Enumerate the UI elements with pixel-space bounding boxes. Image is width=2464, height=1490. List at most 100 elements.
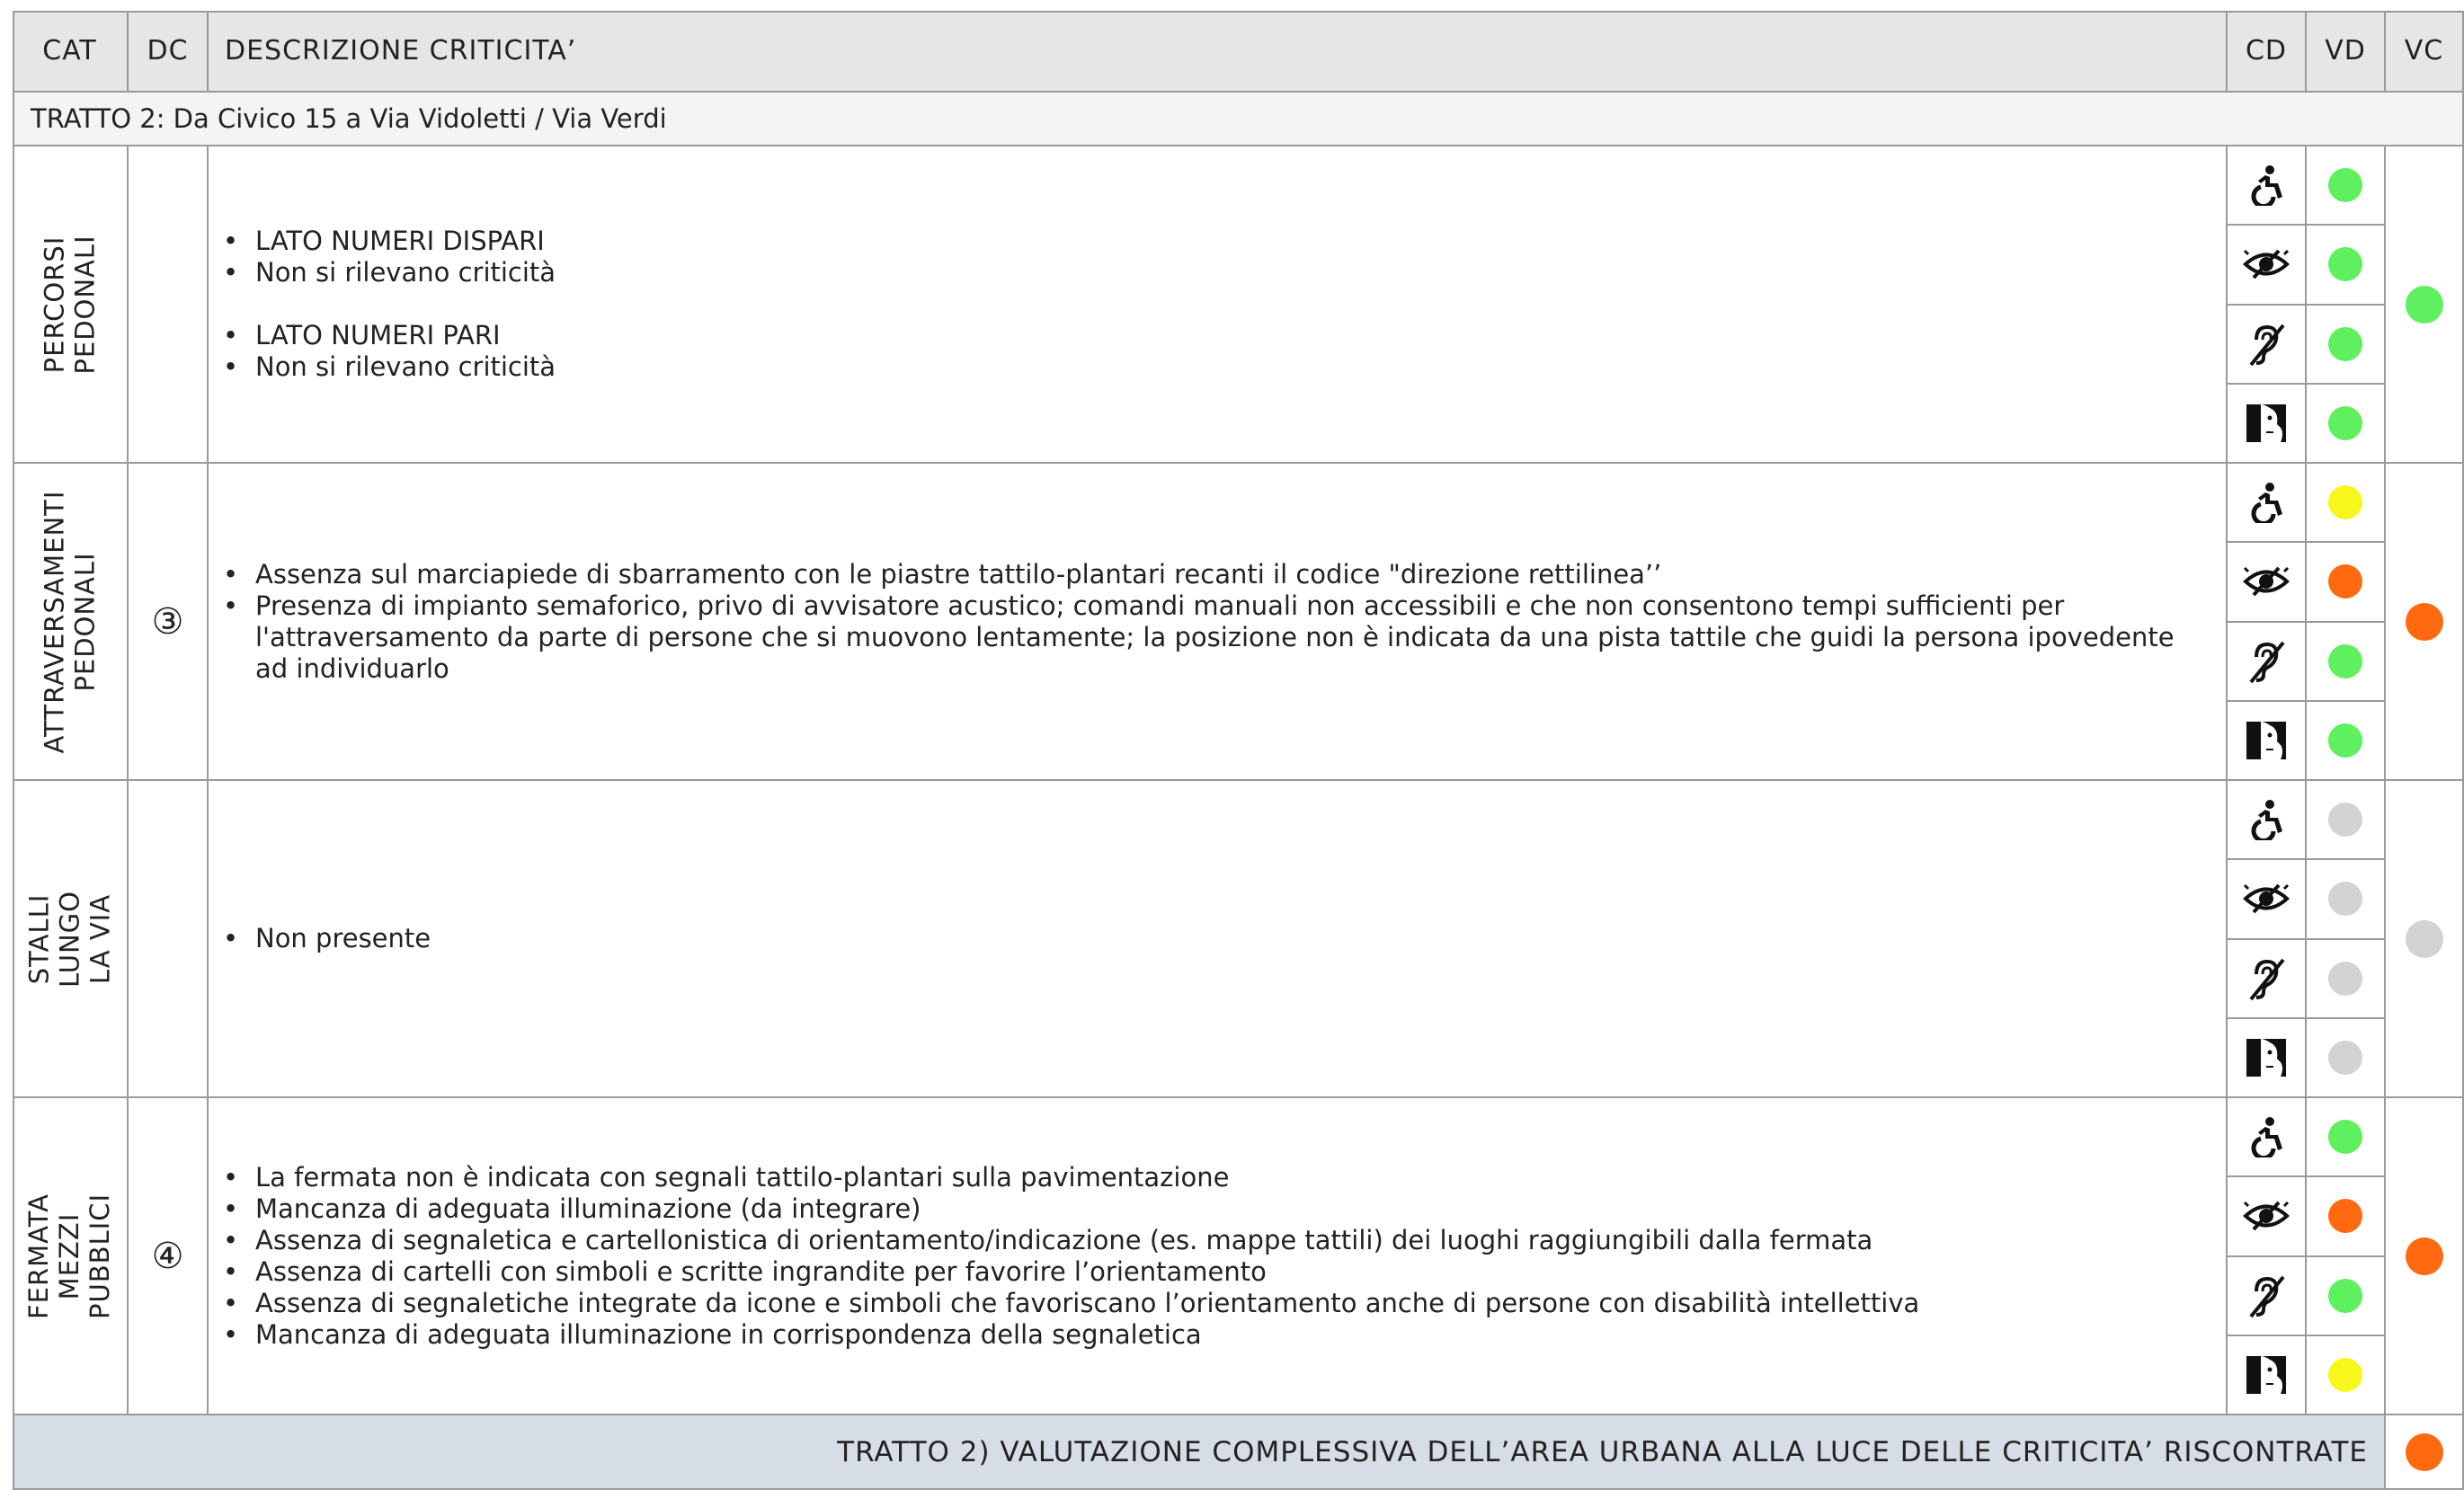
header-cat-label: CAT (42, 35, 97, 67)
overall-evaluation: TRATTO 2) VALUTAZIONE COMPLESSIVA DELL’A… (13, 1415, 2386, 1490)
hearing-impairment-icon (2246, 1273, 2287, 1318)
category-label: ATTRAVERSAMENTI PEDONALI (39, 490, 101, 753)
criticality-item: La fermata non è indicata con segnali ta… (221, 1162, 2208, 1193)
vd-rating-dot (2328, 803, 2362, 838)
row-3-vc (2386, 781, 2464, 1098)
row-1-vd-1 (2307, 146, 2386, 226)
criticality-list: La fermata non è indicata con segnali ta… (221, 1162, 2208, 1351)
header-vd-label: VD (2325, 35, 2366, 67)
row-3-cd-2 (2228, 860, 2307, 940)
criticality-item: LATO NUMERI PARI (221, 320, 2208, 351)
vd-rating-dot (2328, 1357, 2362, 1392)
vd-rating-dot (2328, 405, 2362, 440)
category-label: STALLI LUNGO LA VIA (23, 890, 116, 988)
vd-rating-dot (2328, 564, 2362, 599)
row-4-cd-1 (2228, 1098, 2307, 1178)
vd-rating-dot (2328, 326, 2362, 361)
wheelchair-icon (2246, 482, 2287, 524)
row-2-cd-3 (2228, 622, 2307, 702)
header-vc-label: VC (2404, 35, 2444, 67)
row-3-cd-3 (2228, 939, 2307, 1019)
row-3-vd-3 (2307, 939, 2386, 1019)
row-4-cd-3 (2228, 1256, 2307, 1336)
header-cd-label: CD (2245, 35, 2288, 67)
criticality-list: LATO NUMERI DISPARINon si rilevano criti… (221, 226, 2208, 288)
criticality-item: Non presente (221, 923, 2208, 954)
hearing-impairment-icon (2246, 639, 2287, 684)
criticality-item: Mancanza di adeguata illuminazione in co… (221, 1319, 2208, 1351)
criticality-list: Assenza sul marciapiede di sbarramento c… (221, 559, 2208, 685)
row-2-dc: ③ (129, 464, 209, 781)
criticality-list: LATO NUMERI PARINon si rilevano criticit… (221, 320, 2208, 383)
row-2-cd-4 (2228, 701, 2307, 781)
vd-rating-dot (2328, 961, 2362, 996)
row-3-cd-1 (2228, 781, 2307, 861)
criticality-item: Non si rilevano criticità (221, 257, 2208, 288)
row-4-category: FERMATA MEZZI PUBBLICI (13, 1098, 129, 1415)
visual-impairment-icon (2243, 244, 2290, 285)
row-3-vd-4 (2307, 1018, 2386, 1098)
section-title-text: TRATTO 2: Da Civico 15 a Via Vidoletti /… (31, 103, 667, 134)
vd-rating-dot (2328, 485, 2362, 520)
overall-rating-dot (2405, 1432, 2443, 1471)
dc-marker: ④ (151, 1235, 184, 1277)
section-title: TRATTO 2: Da Civico 15 a Via Vidoletti /… (13, 93, 2464, 146)
row-4-vd-2 (2307, 1177, 2386, 1257)
header-vc: VC (2386, 11, 2464, 93)
header-cat: CAT (13, 11, 129, 93)
category-label: FERMATA MEZZI PUBBLICI (23, 1193, 116, 1319)
row-2-cd-1 (2228, 464, 2307, 544)
row-1-vd-2 (2307, 226, 2386, 306)
row-1-description: LATO NUMERI DISPARINon si rilevano criti… (209, 146, 2228, 464)
row-4-description: La fermata non è indicata con segnali ta… (209, 1098, 2228, 1415)
criticality-item: Mancanza di adeguata illuminazione (da i… (221, 1193, 2208, 1225)
row-3-description: Non presente (209, 781, 2228, 1098)
row-4-dc: ④ (129, 1098, 209, 1415)
criticality-item: Assenza di segnaletiche integrate da ico… (221, 1288, 2208, 1319)
overall-evaluation-label: TRATTO 2) VALUTAZIONE COMPLESSIVA DELL’A… (837, 1435, 2368, 1468)
criticality-item: Assenza sul marciapiede di sbarramento c… (221, 559, 2208, 590)
criticality-list: Non presente (221, 923, 2208, 954)
wheelchair-icon (2246, 1116, 2287, 1158)
row-2-vc (2386, 464, 2464, 781)
row-1-cd-1 (2228, 146, 2307, 226)
criticality-item: Assenza di cartelli con simboli e scritt… (221, 1256, 2208, 1288)
vd-rating-dot (2328, 1278, 2362, 1313)
cognitive-disability-icon (2245, 720, 2288, 761)
vd-rating-dot (2328, 1120, 2362, 1155)
criticality-item: LATO NUMERI DISPARI (221, 226, 2208, 257)
row-1-dc (129, 146, 209, 464)
row-1-cd-2 (2228, 226, 2307, 306)
row-2-cd-2 (2228, 543, 2307, 623)
row-3-cd-4 (2228, 1018, 2307, 1098)
criticality-item: Non si rilevano criticità (221, 351, 2208, 383)
row-4-vd-4 (2307, 1335, 2386, 1415)
vd-rating-dot (2328, 168, 2362, 203)
row-2-category: ATTRAVERSAMENTI PEDONALI (13, 464, 129, 781)
row-2-vd-4 (2307, 701, 2386, 781)
criticality-item: Presenza di impianto semaforico, privo d… (221, 590, 2208, 685)
vd-rating-dot (2328, 1040, 2362, 1075)
row-2-vd-1 (2307, 464, 2386, 544)
row-1-vd-4 (2307, 384, 2386, 464)
row-4-vd-1 (2307, 1098, 2386, 1178)
vc-rating-dot (2405, 1237, 2443, 1275)
row-4-cd-2 (2228, 1177, 2307, 1257)
header-dc: DC (129, 11, 209, 93)
row-3-dc (129, 781, 209, 1098)
visual-impairment-icon (2243, 878, 2290, 919)
dc-marker: ③ (151, 600, 184, 643)
wheelchair-icon (2246, 164, 2287, 207)
hearing-impairment-icon (2246, 322, 2287, 367)
vd-rating-dot (2328, 723, 2362, 758)
header-description-label: DESCRIZIONE CRITICITA’ (225, 35, 577, 67)
row-3-category: STALLI LUNGO LA VIA (13, 781, 129, 1098)
cognitive-disability-icon (2245, 403, 2288, 444)
visual-impairment-icon (2243, 561, 2290, 602)
overall-vc (2386, 1415, 2464, 1490)
header-dc-label: DC (147, 35, 189, 67)
vd-rating-dot (2328, 882, 2362, 917)
row-1-cd-4 (2228, 384, 2307, 464)
row-2-description: Assenza sul marciapiede di sbarramento c… (209, 464, 2228, 781)
hearing-impairment-icon (2246, 956, 2287, 1001)
